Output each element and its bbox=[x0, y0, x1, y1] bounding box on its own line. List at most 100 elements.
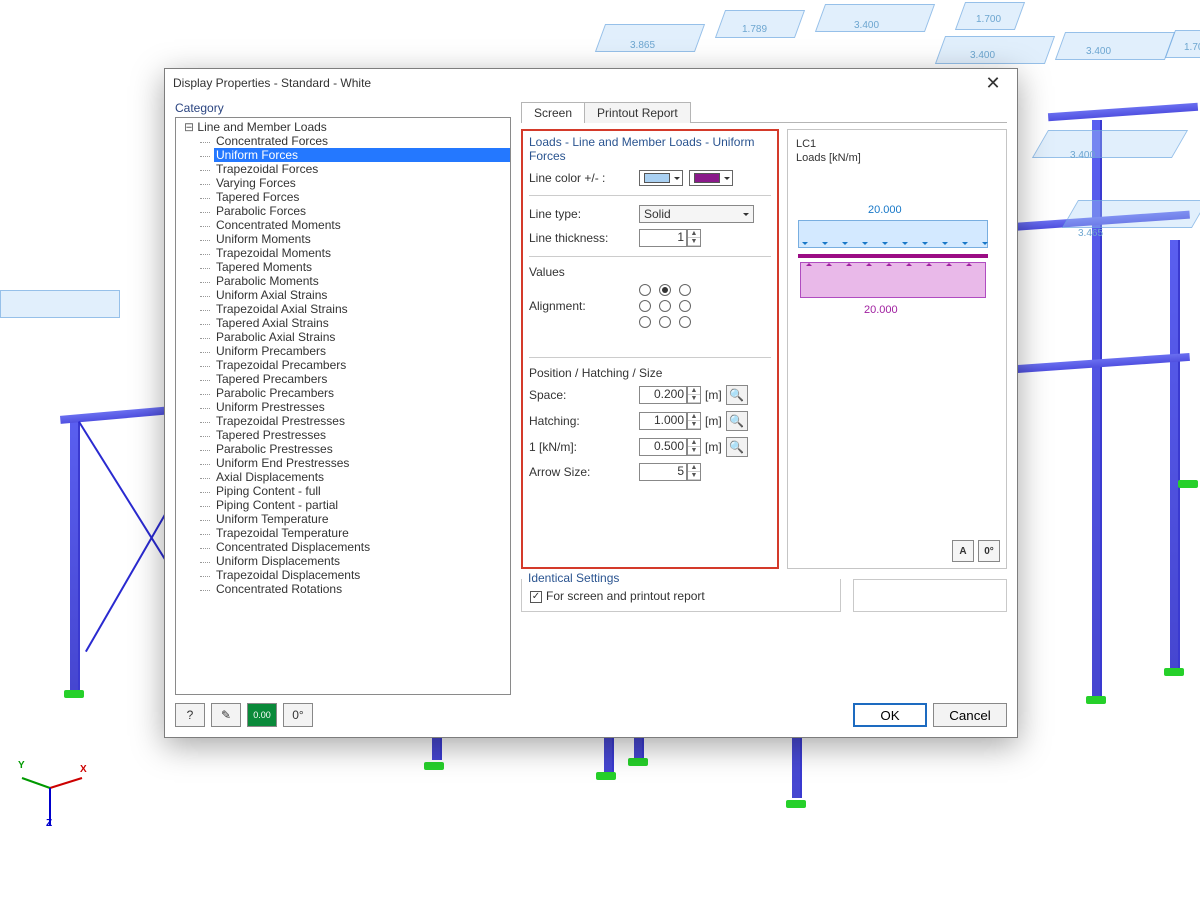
line-type-dropdown[interactable]: Solid bbox=[639, 205, 754, 223]
close-button[interactable]: ✕ bbox=[977, 76, 1009, 90]
properties-header: Loads - Line and Member Loads - Uniform … bbox=[529, 135, 771, 163]
tree-item[interactable]: Piping Content - full bbox=[214, 484, 510, 498]
preview-options-button[interactable]: 0° bbox=[978, 540, 1000, 562]
preview-units-label: Loads [kN/m] bbox=[796, 152, 861, 164]
position-section-label: Position / Hatching / Size bbox=[529, 364, 771, 382]
tree-item[interactable]: Parabolic Precambers bbox=[214, 386, 510, 400]
tree-item[interactable]: Axial Displacements bbox=[214, 470, 510, 484]
tree-item[interactable]: Concentrated Forces bbox=[214, 134, 510, 148]
tab-screen[interactable]: Screen bbox=[521, 102, 585, 123]
identical-checkbox[interactable]: ✓For screen and printout report bbox=[530, 589, 705, 603]
tree-item[interactable]: Concentrated Moments bbox=[214, 218, 510, 232]
line-color-plus-picker[interactable] bbox=[639, 170, 683, 186]
tree-item[interactable]: Uniform Prestresses bbox=[214, 400, 510, 414]
tree-item[interactable]: Uniform Displacements bbox=[214, 554, 510, 568]
preview-pane: LC1 Loads [kN/m] 20.000 20.000 bbox=[787, 129, 1007, 569]
space-pick-button[interactable]: 🔍 bbox=[726, 385, 748, 405]
alignment-option[interactable] bbox=[639, 316, 651, 328]
identical-empty-box bbox=[853, 579, 1007, 612]
line-thickness-label: Line thickness: bbox=[529, 231, 639, 245]
tree-item[interactable]: Piping Content - partial bbox=[214, 498, 510, 512]
alignment-option[interactable] bbox=[639, 300, 651, 312]
tree-item[interactable]: Tapered Prestresses bbox=[214, 428, 510, 442]
arrow-size-stepper[interactable]: ▲▼ bbox=[687, 463, 701, 481]
tree-item[interactable]: Tapered Precambers bbox=[214, 372, 510, 386]
preview-lc-label: LC1 bbox=[796, 138, 816, 150]
knm-pick-button[interactable]: 🔍 bbox=[726, 437, 748, 457]
tree-item[interactable]: Trapezoidal Precambers bbox=[214, 358, 510, 372]
line-color-label: Line color +/- : bbox=[529, 171, 639, 185]
alignment-option[interactable] bbox=[639, 284, 651, 296]
alignment-option[interactable] bbox=[679, 284, 691, 296]
line-type-label: Line type: bbox=[529, 207, 639, 221]
hatching-label: Hatching: bbox=[529, 414, 639, 428]
tree-item[interactable]: Uniform Moments bbox=[214, 232, 510, 246]
knm-input[interactable]: 0.500 bbox=[639, 438, 687, 456]
tree-root-item[interactable]: Line and Member Loads bbox=[184, 120, 510, 134]
help-button[interactable]: ? bbox=[175, 703, 205, 727]
space-label: Space: bbox=[529, 388, 639, 402]
tree-item[interactable]: Trapezoidal Temperature bbox=[214, 526, 510, 540]
tree-item[interactable]: Trapezoidal Displacements bbox=[214, 568, 510, 582]
tree-item[interactable]: Parabolic Prestresses bbox=[214, 442, 510, 456]
alignment-option[interactable] bbox=[659, 316, 671, 328]
tree-item[interactable]: Trapezoidal Forces bbox=[214, 162, 510, 176]
alignment-label: Alignment: bbox=[529, 299, 639, 313]
tree-item[interactable]: Varying Forces bbox=[214, 176, 510, 190]
axis-z-label: Z bbox=[46, 818, 52, 829]
alignment-option[interactable] bbox=[659, 300, 671, 312]
alignment-option[interactable] bbox=[679, 300, 691, 312]
alignment-radio-grid bbox=[639, 284, 695, 328]
knm-stepper[interactable]: ▲▼ bbox=[687, 438, 701, 456]
tree-item[interactable]: Trapezoidal Axial Strains bbox=[214, 302, 510, 316]
cancel-button[interactable]: Cancel bbox=[933, 703, 1007, 727]
tree-item[interactable]: Uniform End Prestresses bbox=[214, 456, 510, 470]
tree-item[interactable]: Concentrated Displacements bbox=[214, 540, 510, 554]
tree-item[interactable]: Uniform Axial Strains bbox=[214, 288, 510, 302]
edit-button[interactable]: ✎ bbox=[211, 703, 241, 727]
arrow-size-input[interactable]: 5 bbox=[639, 463, 687, 481]
alignment-option[interactable] bbox=[679, 316, 691, 328]
tree-item[interactable]: Concentrated Rotations bbox=[214, 582, 510, 596]
tree-item[interactable]: Tapered Forces bbox=[214, 190, 510, 204]
category-tree[interactable]: Line and Member Loads Concentrated Force… bbox=[175, 117, 511, 695]
alignment-option[interactable] bbox=[659, 284, 671, 296]
tree-item[interactable]: Parabolic Forces bbox=[214, 204, 510, 218]
tree-item[interactable]: Parabolic Axial Strains bbox=[214, 330, 510, 344]
preview-top-value: 20.000 bbox=[868, 204, 902, 216]
tree-item[interactable]: Trapezoidal Prestresses bbox=[214, 414, 510, 428]
dialog-title: Display Properties - Standard - White bbox=[173, 76, 371, 90]
line-color-minus-picker[interactable] bbox=[689, 170, 733, 186]
space-stepper[interactable]: ▲▼ bbox=[687, 386, 701, 404]
hatching-input[interactable]: 1.000 bbox=[639, 412, 687, 430]
tree-item[interactable]: Uniform Forces bbox=[214, 148, 510, 162]
properties-panel: Loads - Line and Member Loads - Uniform … bbox=[521, 129, 779, 569]
category-label: Category bbox=[175, 101, 511, 115]
axis-x-label: X bbox=[80, 764, 87, 775]
tree-item[interactable]: Tapered Moments bbox=[214, 260, 510, 274]
preview-bottom-value: 20.000 bbox=[864, 304, 898, 316]
report-button[interactable]: 0° bbox=[283, 703, 313, 727]
line-thickness-stepper[interactable]: ▲▼ bbox=[687, 229, 701, 247]
ok-button[interactable]: OK bbox=[853, 703, 927, 727]
values-section-label: Values bbox=[529, 263, 771, 281]
hatching-stepper[interactable]: ▲▼ bbox=[687, 412, 701, 430]
arrow-size-label: Arrow Size: bbox=[529, 465, 639, 479]
preview-font-button[interactable]: A bbox=[952, 540, 974, 562]
tree-item[interactable]: Trapezoidal Moments bbox=[214, 246, 510, 260]
tab-printout-report[interactable]: Printout Report bbox=[584, 102, 691, 123]
tree-item[interactable]: Tapered Axial Strains bbox=[214, 316, 510, 330]
knm-label: 1 [kN/m]: bbox=[529, 440, 639, 454]
space-input[interactable]: 0.200 bbox=[639, 386, 687, 404]
hatching-pick-button[interactable]: 🔍 bbox=[726, 411, 748, 431]
display-properties-dialog: Display Properties - Standard - White ✕ … bbox=[164, 68, 1018, 738]
tree-item[interactable]: Uniform Precambers bbox=[214, 344, 510, 358]
axis-y-label: Y bbox=[18, 760, 25, 771]
values-button[interactable]: 0.00 bbox=[247, 703, 277, 727]
dialog-titlebar: Display Properties - Standard - White ✕ bbox=[165, 69, 1017, 97]
tree-item[interactable]: Parabolic Moments bbox=[214, 274, 510, 288]
line-thickness-input[interactable]: 1 bbox=[639, 229, 687, 247]
coordinate-axis-gizmo: X Y Z bbox=[18, 770, 88, 840]
identical-settings-group: Identical Settings ✓For screen and print… bbox=[521, 579, 841, 612]
tree-item[interactable]: Uniform Temperature bbox=[214, 512, 510, 526]
